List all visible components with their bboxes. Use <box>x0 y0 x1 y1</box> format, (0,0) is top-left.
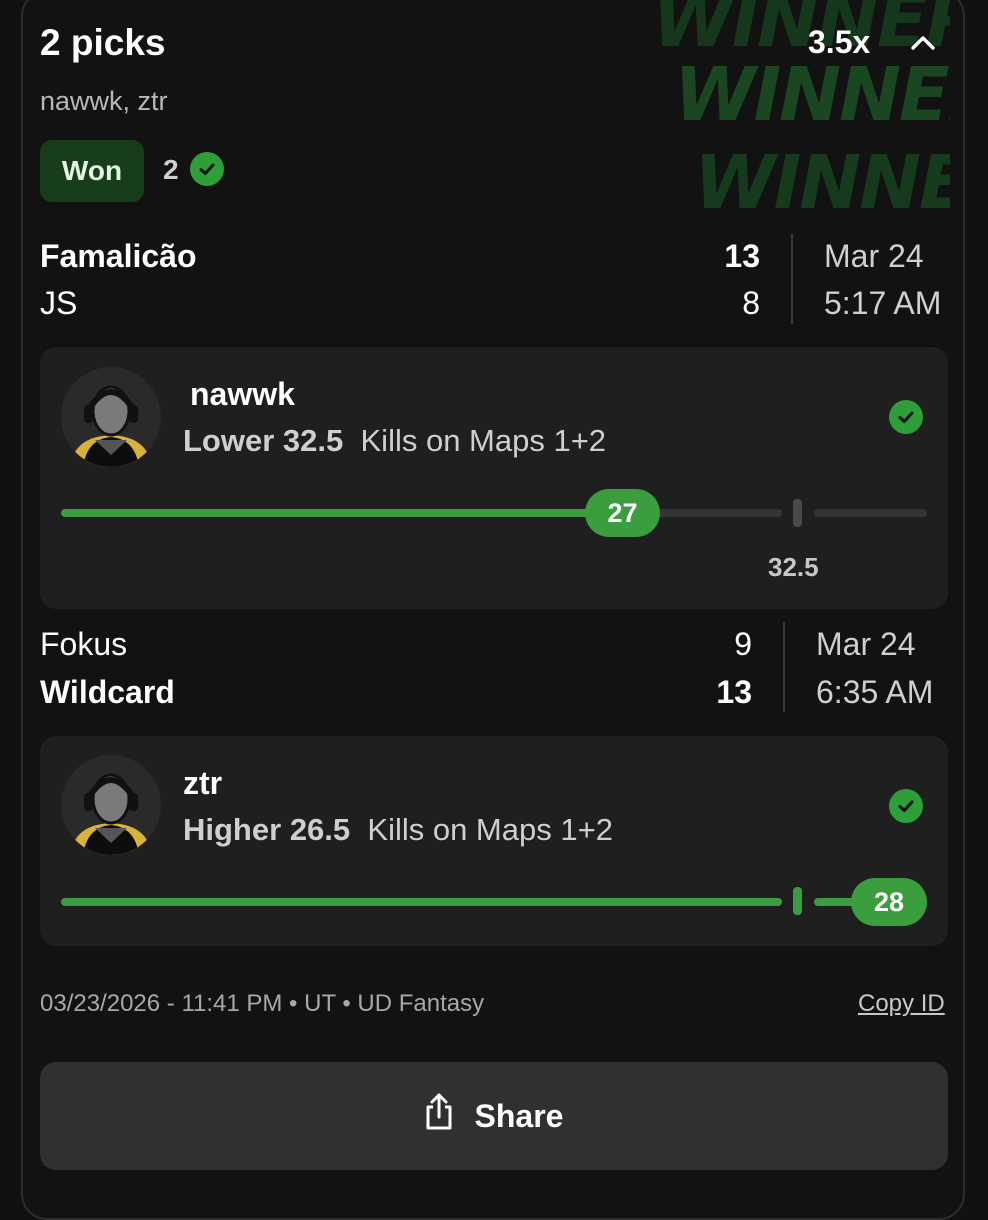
line-marker-label: 32.5 <box>768 552 819 582</box>
team1-score: 9 <box>734 626 752 662</box>
player-avatar <box>61 755 161 855</box>
share-icon <box>425 1093 453 1139</box>
pick-stat: Kills on Maps 1+2 <box>367 812 613 847</box>
pick-line-value: 32.5 <box>282 423 344 458</box>
progress-track-over <box>814 509 927 517</box>
share-label: Share <box>474 1097 564 1134</box>
team2-score: 13 <box>716 674 752 710</box>
result-pill: 27 <box>585 489 660 537</box>
correct-count: 2 <box>163 154 179 185</box>
team1-name: Fokus <box>40 626 128 662</box>
pick-direction: Higher <box>183 812 282 847</box>
entry-meta: 03/23/2026 - 11:41 PM • UT • UD Fantasy <box>40 990 485 1017</box>
won-status-badge: Won <box>40 140 144 202</box>
team1-name: Famalicão <box>40 238 197 274</box>
team2-name: Wildcard <box>40 674 175 710</box>
payout-multiplier: 3.5x <box>808 24 871 60</box>
winner-watermark: WINNER!! WINNER!! WINNER!! <box>630 0 950 210</box>
divider <box>783 622 785 712</box>
progress-fill <box>61 898 782 906</box>
team2-name: JS <box>40 285 78 321</box>
check-circle-icon <box>190 152 224 186</box>
line-marker <box>793 499 802 527</box>
pick-direction: Lower <box>183 423 275 458</box>
pick-card-ztr[interactable]: ztr Higher 26.5 Kills on Maps 1+2 28 <box>40 736 948 946</box>
match-date: Mar 24 <box>816 626 916 662</box>
watermark-text: WINNER!! <box>674 52 950 138</box>
line-marker <box>793 887 802 915</box>
watermark-text: WINNER!! <box>694 140 950 210</box>
match-date: Mar 24 <box>824 238 924 274</box>
pick-line: Higher 26.5 Kills on Maps 1+2 <box>183 812 613 848</box>
entry-players: nawwk, ztr <box>40 86 168 116</box>
pick-card-nawwk[interactable]: nawwk Lower 32.5 Kills on Maps 1+2 27 32… <box>40 347 948 609</box>
pick-stat: Kills on Maps 1+2 <box>360 423 607 458</box>
match-time: 5:17 AM <box>824 285 942 321</box>
team1-score: 13 <box>724 238 760 274</box>
collapse-chevron-up-icon[interactable] <box>908 28 938 58</box>
player-name: nawwk <box>190 376 295 412</box>
pick-line-value: 26.5 <box>289 812 351 847</box>
match-time: 6:35 AM <box>816 674 934 710</box>
player-name: ztr <box>183 765 223 801</box>
check-circle-icon <box>889 789 923 823</box>
pick-line: Lower 32.5 Kills on Maps 1+2 <box>183 423 606 459</box>
share-button[interactable]: Share <box>40 1062 948 1170</box>
divider <box>791 234 793 324</box>
progress-fill <box>61 509 621 517</box>
result-pill: 28 <box>851 878 927 926</box>
check-circle-icon <box>889 400 923 434</box>
copy-id-link[interactable]: Copy ID <box>858 990 945 1018</box>
entry-title: 2 picks <box>40 22 166 63</box>
team2-score: 8 <box>742 285 760 321</box>
player-avatar <box>61 367 161 467</box>
